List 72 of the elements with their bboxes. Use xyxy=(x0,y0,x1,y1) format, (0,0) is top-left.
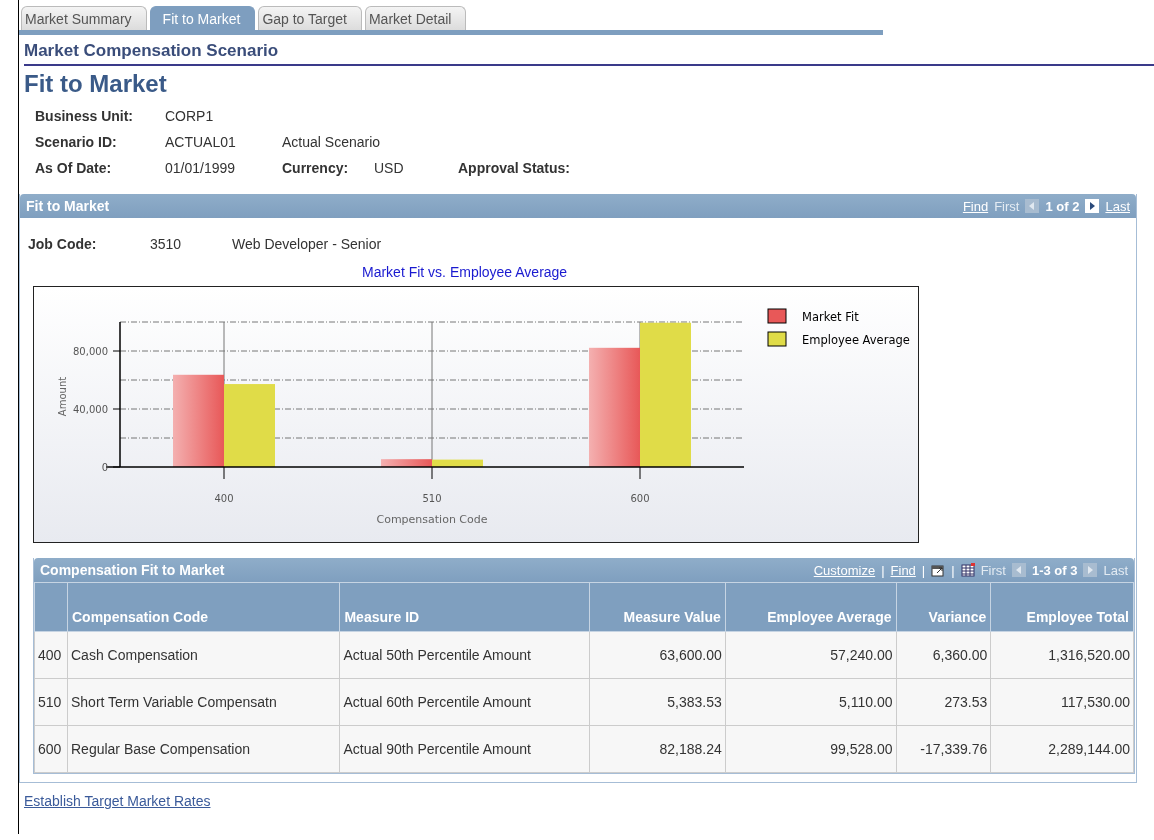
customize-link[interactable]: Customize xyxy=(813,562,876,578)
last-link[interactable]: Last xyxy=(1105,198,1130,214)
field-description: Actual Scenario xyxy=(282,134,381,150)
table-cell: 5,383.53 xyxy=(589,678,726,726)
field-description: Web Developer - Senior xyxy=(232,236,382,252)
page-position: 1 of 2 xyxy=(1045,198,1080,214)
field-value: USD xyxy=(374,160,405,176)
column-header[interactable]: Measure ID xyxy=(339,582,590,632)
field-label: Job Code: xyxy=(28,236,98,252)
separator: | xyxy=(921,562,926,578)
grid-title: Compensation Fit to Market xyxy=(40,562,225,578)
table-cell: Actual 60th Percentile Amount xyxy=(339,678,590,726)
chart-title: Market Fit vs. Employee Average xyxy=(362,264,569,280)
page-position: 1-3 of 3 xyxy=(1031,562,1078,578)
tab[interactable]: Fit to Market xyxy=(149,6,256,30)
tick-label: 510 xyxy=(422,493,442,504)
column-header[interactable]: Variance xyxy=(896,582,991,632)
separator: | xyxy=(951,562,955,578)
field-label: Currency: xyxy=(282,160,350,176)
tab[interactable]: Gap to Target xyxy=(258,6,362,30)
table-cell: Cash Compensation xyxy=(67,631,340,679)
legend-label: Market Fit xyxy=(802,310,859,324)
next-icon[interactable] xyxy=(1085,199,1100,213)
component-title: Market Compensation Scenario xyxy=(24,41,1154,66)
column-header[interactable]: Measure Value xyxy=(589,582,726,632)
table-cell: -17,339.76 xyxy=(896,725,991,773)
table-cell: 57,240.00 xyxy=(725,631,896,679)
table-cell: Short Term Variable Compensatn xyxy=(67,678,340,726)
axis-label: Amount xyxy=(57,376,68,417)
table-cell: 82,188.24 xyxy=(589,725,726,773)
separator: | xyxy=(881,562,885,578)
field-value: CORP1 xyxy=(165,108,215,124)
field-label: As Of Date: xyxy=(35,160,113,176)
tick-label: 40,000 xyxy=(73,404,108,415)
page-title: Fit to Market xyxy=(24,70,168,98)
table-cell: Regular Base Compensation xyxy=(67,725,340,773)
table-cell: 273.53 xyxy=(896,678,991,726)
column-header[interactable]: Employee Total xyxy=(990,582,1134,632)
axis-label: Compensation Code xyxy=(376,513,488,526)
column-header[interactable]: Employee Average xyxy=(725,582,896,632)
table-cell: Actual 50th Percentile Amount xyxy=(339,631,590,679)
table-cell: 5,110.00 xyxy=(725,678,896,726)
table-cell: 2,289,144.00 xyxy=(990,725,1134,773)
table-cell: 510 xyxy=(34,678,68,726)
field-label: Scenario ID: xyxy=(35,134,118,150)
tab[interactable]: Market Detail xyxy=(364,6,467,30)
new-window-icon[interactable] xyxy=(931,563,946,577)
field-label: Business Unit: xyxy=(35,108,134,124)
find-link[interactable]: Find xyxy=(962,198,989,214)
column-header[interactable]: Compensation Code xyxy=(67,582,340,632)
legend-label: Employee Average xyxy=(802,333,910,347)
panel-title: Fit to Market xyxy=(26,198,110,214)
tick-label: 400 xyxy=(214,493,234,504)
table-cell: 99,528.00 xyxy=(725,725,896,773)
table-cell: Actual 90th Percentile Amount xyxy=(339,725,590,773)
field-value: 01/01/1999 xyxy=(165,160,237,176)
tick-label: 80,000 xyxy=(73,346,108,357)
table-cell: 1,316,520.00 xyxy=(990,631,1134,679)
table-cell: 400 xyxy=(34,631,68,679)
table-cell: 600 xyxy=(34,725,68,773)
find-link[interactable]: Find xyxy=(890,562,916,578)
field-value: 3510 xyxy=(150,236,183,252)
spreadsheet-icon[interactable] xyxy=(960,563,975,577)
tick-label: 0 xyxy=(101,462,108,473)
tick-label: 600 xyxy=(630,493,650,504)
tab[interactable]: Market Summary xyxy=(21,6,147,30)
field-value: ACTUAL01 xyxy=(165,134,237,150)
table-cell: 6,360.00 xyxy=(896,631,991,679)
table-cell: 117,530.00 xyxy=(990,678,1134,726)
establish-rates-link[interactable]: Establish Target Market Rates xyxy=(24,793,211,809)
field-label: Approval Status: xyxy=(458,160,571,176)
table-cell: 63,600.00 xyxy=(589,631,726,679)
